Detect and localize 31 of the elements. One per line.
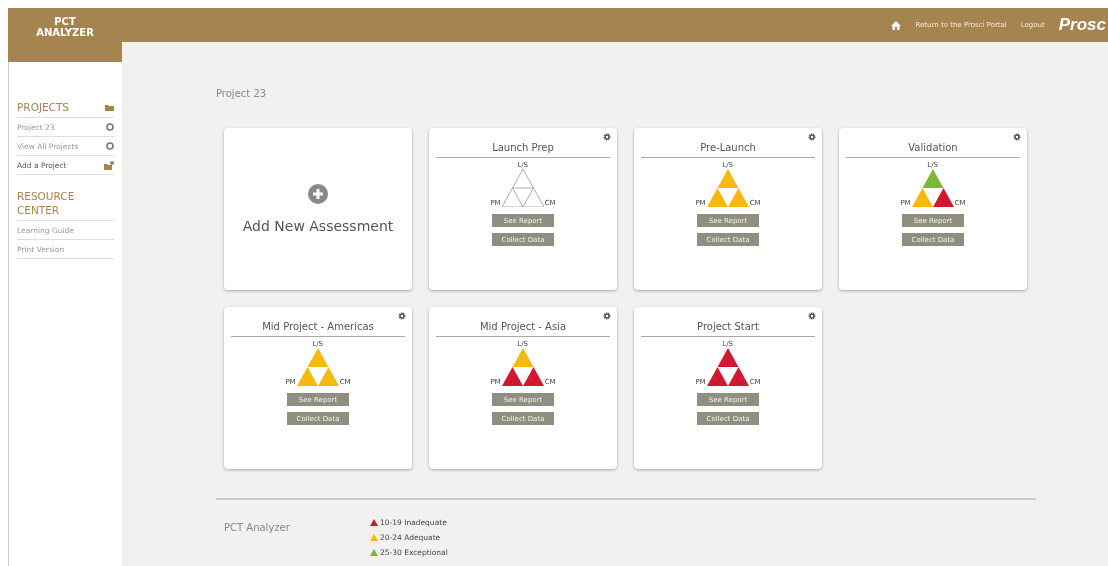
triangle-rating-drawing [706,169,749,207]
card-title: Mid Project - Americas [231,321,405,337]
card-title: Pre-Launch [641,142,815,158]
footer-title: PCT Analyzer [224,521,291,535]
triangle-rating-drawing [296,348,339,386]
section-heading: PROJECTS [17,100,70,114]
settings-icon[interactable] [603,133,611,141]
add-assessment-card[interactable]: Add New Assessment [224,128,412,290]
circle-icon [106,142,114,150]
folder-icon [105,103,114,111]
plus-circle-icon [308,184,328,204]
settings-icon[interactable] [398,312,406,320]
brand-logo: Prosc [1058,15,1106,35]
add-folder-icon [104,160,114,170]
settings-icon[interactable] [603,312,611,320]
triangle-rating-drawing [501,169,544,207]
card-title: Validation [846,142,1020,158]
triangle-rating-drawing [706,348,749,386]
home-icon[interactable] [891,20,902,30]
card-title: Launch Prep [436,142,610,158]
section-heading: RESOURCE CENTER [17,189,76,217]
page-title: Project 23 [216,88,268,99]
triangle-rating-drawing [911,169,954,207]
circle-icon [106,123,114,131]
triangle-rating-drawing [501,348,544,386]
settings-icon[interactable] [808,133,816,141]
app-title: PCT ANALYZER [8,8,122,62]
card-title: Mid Project - Asia [436,321,610,337]
card-title: Project Start [641,321,815,337]
settings-icon[interactable] [808,312,816,320]
settings-icon[interactable] [1013,133,1021,141]
